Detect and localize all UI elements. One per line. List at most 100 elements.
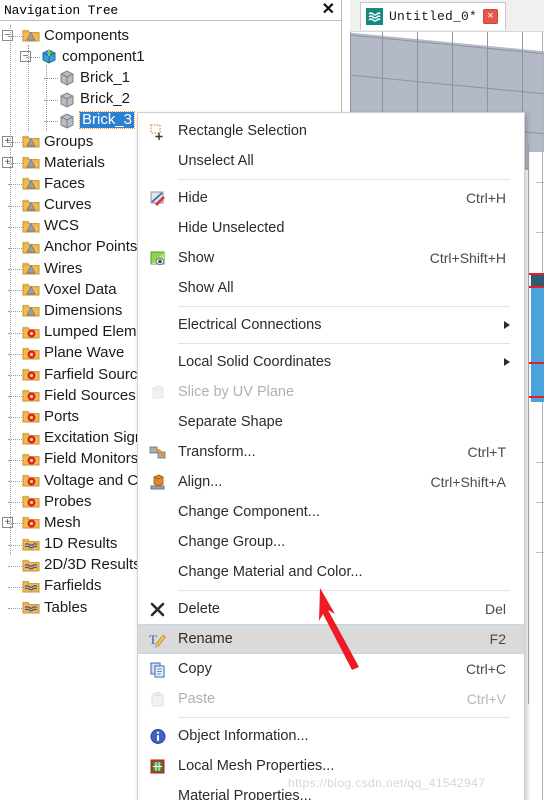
menu-item-change-material-and-color[interactable]: Change Material and Color... [138,557,524,587]
menu-item-change-group[interactable]: Change Group... [138,527,524,557]
menu-item-label: Transform... [178,444,256,460]
menu-item-transform[interactable]: Transform... Ctrl+T [138,437,524,467]
menu-icon-slot [138,347,178,377]
menu-item-shortcut: Ctrl+Shift+H [429,250,506,266]
menu-item-show-all[interactable]: Show All [138,273,524,303]
folder-gear-icon [22,324,40,339]
tree-item-label: Groups [44,132,94,150]
folder-gear-icon [22,514,40,529]
menu-item-label: Show All [178,280,234,296]
menu-item-electrical-connections[interactable]: Electrical Connections [138,310,524,340]
tree-item-label: WCS [44,217,79,235]
menu-item-separate-shape[interactable]: Separate Shape [138,407,524,437]
menu-icon-slot [138,213,178,243]
tree-item-component1[interactable]: − component1 [0,46,341,67]
tree-item-brick-1[interactable]: Brick_1 [0,67,341,88]
tree-item-label: 2D/3D Results [44,556,141,574]
tree-item-label: 1D Results [44,535,118,553]
folder-gear-icon [22,451,40,466]
menu-item-label: Separate Shape [178,414,283,430]
tree-item-label: Materials [44,153,105,171]
menu-item-label: Slice by UV Plane [178,384,295,400]
menu-icon-slot [138,146,178,176]
folder-cone-icon [22,133,40,148]
menu-item-shortcut: Ctrl+T [467,444,507,460]
menu-item-label: Object Information... [178,728,309,744]
hide-icon [138,183,178,213]
menu-item-rename[interactable]: T Rename F2 [138,624,524,654]
menu-item-shortcut: Ctrl+H [465,190,506,206]
menu-item-align[interactable]: Align... Ctrl+Shift+A [138,467,524,497]
menu-item-label: Copy [178,661,212,677]
copy-icon [138,654,178,684]
context-menu[interactable]: Rectangle Selection Unselect All Hide Ctrl+… [137,112,525,800]
tree-item-label: Components [44,26,130,44]
menu-item-rectangle-selection[interactable]: Rectangle Selection [138,116,524,146]
viewport-edge-line [528,144,529,704]
folder-cone-icon [22,27,40,42]
menu-item-label: Show [178,250,215,266]
menu-item-paste: Paste Ctrl+V [138,684,524,714]
waves-icon [366,8,383,25]
tree-connector [28,45,29,131]
tab-label: Untitled_0* [389,9,478,24]
folder-wave-icon [22,578,40,593]
menu-item-label: Change Group... [178,534,286,550]
folder-wave-icon [22,536,40,551]
slice-uv-icon [138,377,178,407]
tree-item-label: Faces [44,174,85,192]
tree-item-label: Dimensions [44,302,123,320]
tab-close-icon[interactable]: × [483,9,499,24]
menu-item-copy[interactable]: Copy Ctrl+C [138,654,524,684]
menu-item-delete[interactable]: Delete Del [138,594,524,624]
menu-item-label: Rename [178,631,233,647]
menu-icon-slot [138,273,178,303]
tree-connector [8,565,22,567]
folder-cone-icon [22,154,40,169]
tree-item-components[interactable]: − Components [0,25,341,46]
tree-item-label: Curves [44,196,92,214]
menu-item-label: Local Solid Coordinates [178,354,332,370]
tree-item-label: Voxel Data [44,280,117,298]
menu-item-hide-unselected[interactable]: Hide Unselected [138,213,524,243]
folder-cone-icon [22,239,40,254]
menu-item-shortcut: Ctrl+Shift+A [430,474,506,490]
menu-item-hide[interactable]: Hide Ctrl+H [138,183,524,213]
menu-item-change-component[interactable]: Change Component... [138,497,524,527]
menu-separator [178,590,510,591]
rename-icon: T [138,624,178,654]
tab-untitled-0[interactable]: Untitled_0* × [360,2,507,30]
close-icon[interactable]: ✕ [322,1,335,19]
tree-item-label: Wires [44,259,83,277]
menu-item-object-information[interactable]: Object Information... [138,721,524,751]
menu-item-label: Align... [178,474,223,490]
page-title: Navigation Tree [4,2,119,18]
menu-separator [178,306,510,307]
menu-item-show[interactable]: Show Ctrl+Shift+H [138,243,524,273]
folder-gear-icon [22,366,40,381]
menu-separator [178,343,510,344]
brick-icon [58,112,75,129]
tree-item-label: Anchor Points [44,238,138,256]
folder-gear-icon [22,345,40,360]
menu-item-label: Rectangle Selection [178,123,307,139]
menu-item-shortcut: Ctrl+V [466,691,506,707]
tree-connector [8,586,22,588]
submenu-arrow-icon [504,358,510,366]
menu-item-unselect-all[interactable]: Unselect All [138,146,524,176]
tree-item-label: Mesh [44,513,81,531]
folder-cone-icon [22,197,40,212]
folder-wave-icon [22,557,40,572]
brick-icon [58,69,75,86]
solid-red-edge [529,396,544,398]
menu-icon-slot [138,527,178,557]
folder-cone-icon [22,281,40,296]
rectangle-selection-icon [138,116,178,146]
application-window: Untitled_0* × Navigation Tree ✕ − Compone… [0,0,544,800]
tree-item-label: Plane Wave [44,344,125,362]
tree-item-brick-2[interactable]: Brick_2 [0,89,341,110]
folder-gear-icon [22,408,40,423]
menu-item-local-solid-coordinates[interactable]: Local Solid Coordinates [138,347,524,377]
menu-icon-slot [138,557,178,587]
menu-item-label: Unselect All [178,153,254,169]
